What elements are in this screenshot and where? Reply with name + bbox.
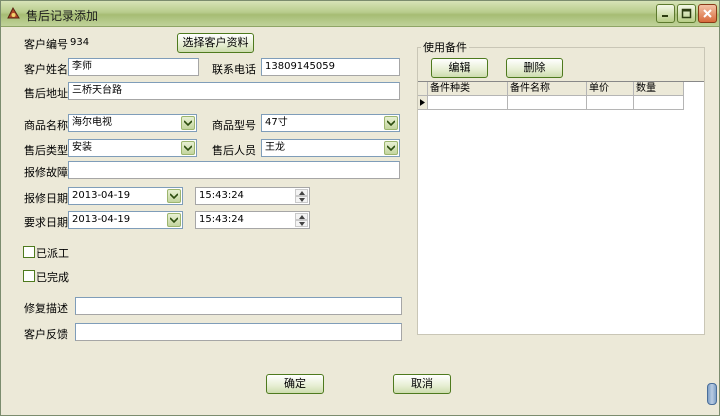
select-customer-button[interactable]: 选择客户资料	[177, 33, 254, 53]
product-name-label: 商品名称	[24, 119, 68, 132]
minimize-icon	[662, 15, 668, 17]
product-name-select[interactable]: 海尔电视	[68, 114, 197, 132]
dialog-window: 售后记录添加 客户编号 934 选择客户资料 客户姓名 李师 联系电话 1380…	[0, 0, 720, 416]
time-spinner[interactable]	[295, 189, 308, 203]
maximize-icon	[681, 8, 692, 19]
chevron-down-icon[interactable]	[167, 189, 181, 203]
column-header[interactable]: 备件名称	[508, 82, 587, 96]
report-date-picker[interactable]: 2013-04-19	[68, 187, 183, 205]
repair-desc-label: 修复描述	[24, 302, 68, 315]
required-time-input[interactable]: 15:43:24	[195, 211, 310, 229]
resize-grip[interactable]	[707, 383, 717, 405]
time-spinner[interactable]	[295, 213, 308, 227]
table-row[interactable]	[418, 96, 684, 110]
parts-table[interactable]: 备件种类 备件名称 单价 数量	[418, 81, 704, 334]
column-header[interactable]: 数量	[634, 82, 684, 96]
product-model-select[interactable]: 47寸	[261, 114, 400, 132]
service-type-select[interactable]: 安装	[68, 139, 197, 157]
service-person-value: 王龙	[265, 142, 285, 153]
spin-down-icon[interactable]	[295, 196, 308, 203]
edit-part-button[interactable]: 编辑	[431, 58, 488, 78]
completed-checkbox[interactable]	[23, 270, 35, 282]
fault-input[interactable]	[68, 161, 400, 179]
product-model-label: 商品型号	[212, 119, 256, 132]
column-header[interactable]: 单价	[587, 82, 634, 96]
phone-input[interactable]: 13809145059	[261, 58, 400, 76]
close-button[interactable]	[698, 4, 717, 23]
service-type-value: 安装	[72, 142, 92, 153]
repair-desc-input[interactable]	[75, 297, 402, 315]
spin-up-icon[interactable]	[295, 213, 308, 220]
required-date-picker[interactable]: 2013-04-19	[68, 211, 183, 229]
chevron-down-icon[interactable]	[167, 213, 181, 227]
customer-no-label: 客户编号	[24, 38, 68, 51]
close-icon	[703, 9, 712, 18]
title-bar[interactable]: 售后记录添加	[1, 1, 719, 27]
chevron-down-icon[interactable]	[181, 141, 195, 155]
customer-no-value: 934	[70, 37, 90, 48]
minimize-button[interactable]	[656, 4, 675, 23]
required-date-label: 要求日期	[24, 216, 68, 229]
table-header: 备件种类 备件名称 单价 数量	[418, 82, 684, 96]
report-date-label: 报修日期	[24, 192, 68, 205]
cancel-button[interactable]: 取消	[393, 374, 451, 394]
chevron-down-icon[interactable]	[181, 116, 195, 130]
feedback-label: 客户反馈	[24, 328, 68, 341]
phone-label: 联系电话	[212, 63, 256, 76]
customer-name-label: 客户姓名	[24, 63, 68, 76]
required-date-value: 2013-04-19	[72, 214, 131, 225]
dispatched-label: 已派工	[36, 247, 69, 260]
ok-button[interactable]: 确定	[266, 374, 324, 394]
required-time-value: 15:43:24	[199, 214, 244, 225]
completed-label: 已完成	[36, 271, 69, 284]
product-name-value: 海尔电视	[72, 117, 112, 128]
chevron-down-icon[interactable]	[384, 141, 398, 155]
dispatched-checkbox[interactable]	[23, 246, 35, 258]
customer-name-input[interactable]: 李师	[68, 58, 199, 76]
column-header[interactable]: 备件种类	[428, 82, 508, 96]
address-input[interactable]: 三桥天台路	[68, 82, 400, 100]
row-indicator	[418, 96, 428, 110]
spin-up-icon[interactable]	[295, 189, 308, 196]
address-label: 售后地址	[24, 87, 68, 100]
delete-part-button[interactable]: 删除	[506, 58, 563, 78]
report-time-input[interactable]: 15:43:24	[195, 187, 310, 205]
row-header-corner	[418, 82, 428, 96]
report-date-value: 2013-04-19	[72, 190, 131, 201]
service-person-select[interactable]: 王龙	[261, 139, 400, 157]
service-type-label: 售后类型	[24, 144, 68, 157]
window-title: 售后记录添加	[26, 9, 99, 23]
service-person-label: 售后人员	[212, 144, 256, 157]
report-time-value: 15:43:24	[199, 190, 244, 201]
chevron-down-icon[interactable]	[384, 116, 398, 130]
table-cell[interactable]	[428, 96, 508, 110]
maximize-button[interactable]	[677, 4, 696, 23]
product-model-value: 47寸	[265, 117, 288, 128]
app-icon	[7, 6, 20, 19]
table-cell[interactable]	[634, 96, 684, 110]
fault-label: 报修故障	[24, 166, 68, 179]
feedback-input[interactable]	[75, 323, 402, 341]
current-row-arrow-icon	[420, 99, 425, 106]
table-cell[interactable]	[587, 96, 634, 110]
spin-down-icon[interactable]	[295, 220, 308, 227]
table-cell[interactable]	[508, 96, 587, 110]
